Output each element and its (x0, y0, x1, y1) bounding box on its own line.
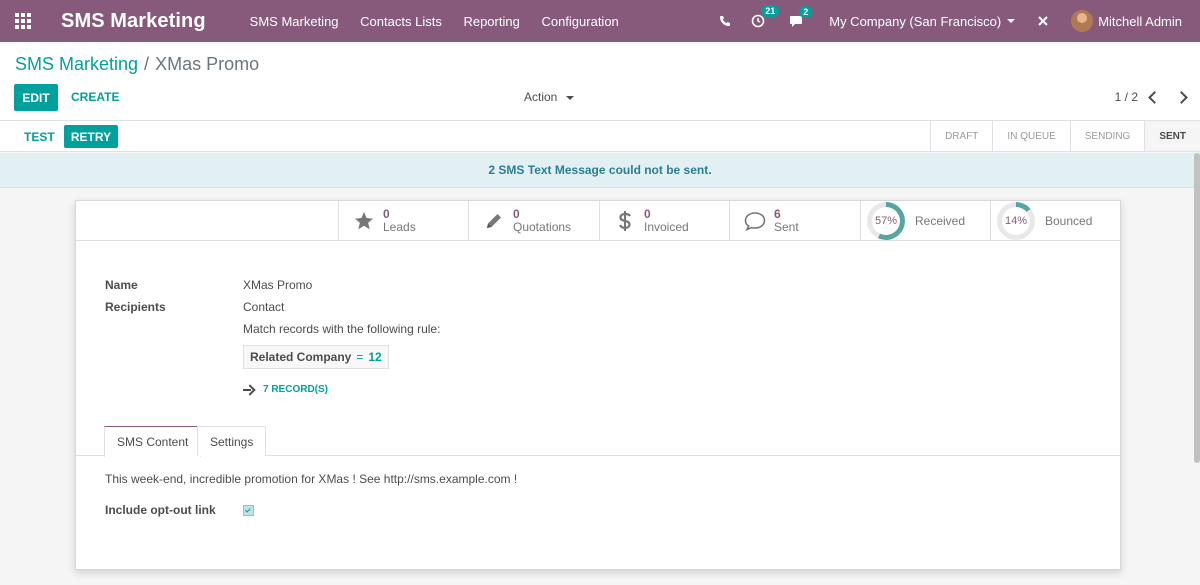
stat-invoiced[interactable]: 0 Invoiced (599, 201, 730, 241)
main-menu: SMS Marketing Contacts Lists Reporting C… (250, 14, 637, 29)
user-menu[interactable]: Mitchell Admin (1071, 10, 1200, 32)
domain-operator: = (356, 350, 364, 364)
bounced-label: Bounced (1045, 214, 1093, 228)
menu-reporting[interactable]: Reporting (463, 14, 519, 29)
pager: 1 / 2 (1115, 90, 1188, 104)
app-brand: SMS Marketing (61, 9, 206, 32)
stage-in-queue: IN QUEUE (992, 121, 1069, 151)
form-sheet: 0 Leads 0 Quotations 0 Invoiced 6 Sent 57% R… (75, 200, 1121, 570)
tab-sms-content[interactable]: SMS Content (104, 426, 202, 457)
breadcrumb-parent[interactable]: SMS Marketing (15, 54, 138, 74)
avatar (1071, 10, 1094, 32)
dollar-icon (614, 210, 636, 232)
records-count-label: 7 RECORD(S) (263, 384, 329, 395)
breadcrumb-separator: / (144, 54, 150, 74)
arrow-right-icon (243, 385, 253, 395)
scrollbar[interactable] (1194, 153, 1200, 463)
received-percent: 57% (872, 207, 900, 235)
apps-menu-icon[interactable] (0, 0, 46, 42)
notebook-tabs: SMS Content Settings (76, 426, 1120, 457)
action-dropdown[interactable]: Action (524, 90, 574, 104)
action-label: Action (524, 90, 558, 104)
stage-draft: DRAFT (930, 121, 992, 151)
top-navbar: SMS Marketing SMS Marketing Contacts Lis… (0, 0, 1200, 42)
test-button[interactable]: TEST (14, 125, 65, 148)
domain-rule-text: Match records with the following rule: (243, 322, 441, 336)
error-alert: 2 SMS Text Message could not be sent. (0, 153, 1200, 188)
message-count-badge: 2 (799, 5, 813, 18)
stat-bounced[interactable]: 14% Bounced (990, 201, 1121, 241)
messages-icon[interactable]: 2 (789, 5, 813, 28)
stat-quotations[interactable]: 0 Quotations (468, 201, 599, 241)
menu-sms-marketing[interactable]: SMS Marketing (250, 14, 339, 29)
create-button[interactable]: CREATE (71, 90, 119, 104)
received-progress-ring: 57% (867, 202, 905, 240)
user-name: Mitchell Admin (1098, 13, 1182, 29)
tab-settings[interactable]: Settings (197, 426, 267, 456)
star-icon (353, 211, 375, 231)
bounced-percent: 14% (1002, 207, 1030, 235)
received-label: Received (915, 214, 966, 228)
phone-icon[interactable] (719, 15, 731, 27)
stat-sent[interactable]: 6 Sent (729, 201, 860, 241)
systray: 21 2 My Company (San Francisco) Mitchell… (719, 0, 1200, 42)
domain-rule-chip: Related Company = 12 (243, 345, 389, 369)
name-value: XMas Promo (243, 278, 313, 292)
stage-sending: SENDING (1069, 121, 1145, 151)
menu-configuration[interactable]: Configuration (541, 14, 618, 29)
stat-received[interactable]: 57% Received (860, 201, 991, 241)
breadcrumb-current: XMas Promo (155, 54, 260, 74)
company-switcher[interactable]: My Company (San Francisco) (829, 13, 1016, 29)
bounced-progress-ring: 14% (997, 202, 1035, 240)
optout-label: Include opt-out link (105, 503, 216, 517)
pencil-icon (483, 211, 505, 231)
activity-count-badge: 21 (761, 5, 780, 17)
sent-label: Sent (774, 220, 799, 234)
pager-value[interactable]: 1 / 2 (1115, 90, 1138, 104)
form-statusbar: TEST RETRY DRAFT IN QUEUE SENDING SENT (0, 121, 1200, 152)
chevron-left-icon[interactable] (1148, 90, 1161, 104)
company-name: My Company (San Francisco) (829, 13, 1002, 29)
recipients-label: Recipients (105, 300, 166, 314)
caret-down-icon (565, 95, 574, 100)
domain-field: Related Company (250, 350, 352, 364)
menu-contacts-lists[interactable]: Contacts Lists (360, 14, 442, 29)
button-box: 0 Leads 0 Quotations 0 Invoiced 6 Sent 57% R… (76, 201, 1120, 241)
records-link[interactable]: 7 RECORD(S) (243, 384, 328, 395)
retry-button[interactable]: RETRY (64, 125, 118, 148)
recipients-value: Contact (243, 300, 285, 314)
quotations-label: Quotations (513, 220, 572, 234)
control-panel: SMS Marketing / XMas Promo EDIT CREATE Act… (0, 42, 1200, 121)
stage-pipeline: DRAFT IN QUEUE SENDING SENT (930, 121, 1200, 151)
stage-sent: SENT (1144, 121, 1200, 151)
sms-body-text[interactable]: This week-end, incredible promotion for … (105, 472, 517, 486)
optout-checkbox[interactable] (243, 505, 254, 516)
stat-leads[interactable]: 0 Leads (338, 201, 469, 241)
debug-close-icon[interactable] (1037, 15, 1049, 27)
activity-clock-icon[interactable]: 21 (751, 5, 780, 28)
breadcrumb: SMS Marketing / XMas Promo (15, 54, 259, 75)
chevron-down-icon (1007, 19, 1016, 23)
invoiced-label: Invoiced (644, 220, 689, 234)
leads-label: Leads (383, 220, 416, 234)
comment-icon (744, 211, 766, 231)
chevron-right-icon[interactable] (1175, 90, 1188, 104)
domain-value: 12 (368, 350, 382, 364)
edit-button[interactable]: EDIT (14, 84, 58, 111)
name-label: Name (105, 278, 138, 292)
